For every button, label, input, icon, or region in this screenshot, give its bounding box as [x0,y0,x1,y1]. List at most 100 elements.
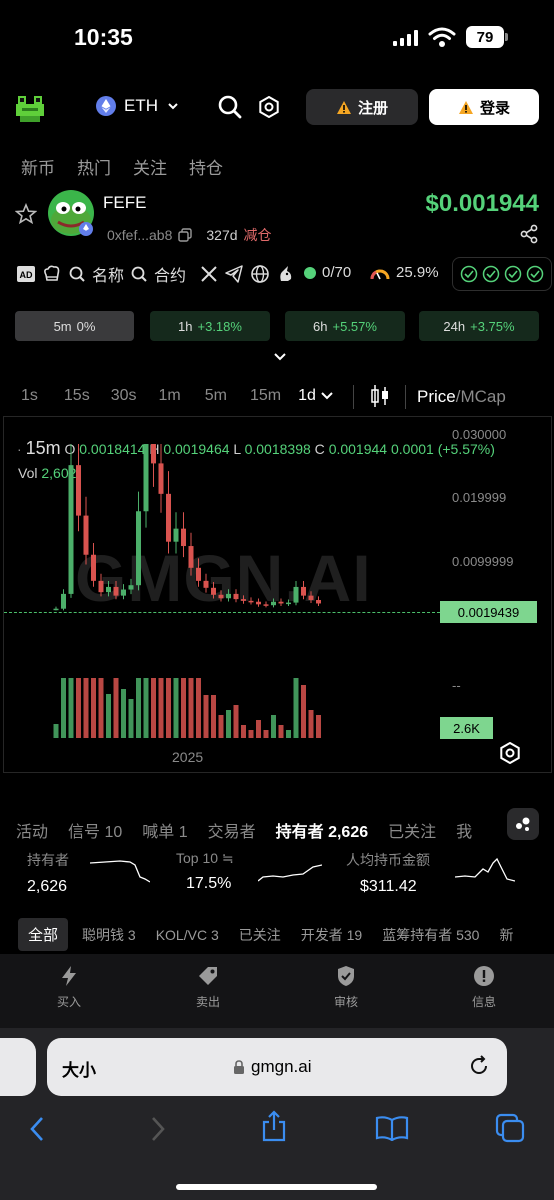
candlestick-type-icon[interactable] [370,383,390,409]
chain-selector[interactable]: ETH [96,96,180,116]
price-mcap-toggle[interactable]: Price / MCap [417,387,506,407]
chef-hat-icon[interactable] [42,264,62,284]
token-price: $0.001944 [425,190,539,217]
url-text: gmgn.ai [251,1057,312,1076]
chart-settings-icon[interactable] [499,742,521,764]
bookmarks-icon[interactable] [375,1115,409,1141]
globe-icon[interactable] [250,264,270,284]
tab-signals[interactable]: 信号 10 [68,818,122,842]
share-icon[interactable] [519,224,539,244]
candle-body [61,593,66,609]
interval-15m[interactable]: 15m [250,387,281,405]
eth-badge-icon [79,222,93,236]
ad-icon[interactable]: AD [16,264,36,284]
cellular-signal-icon [393,30,419,46]
filter-kol-vc[interactable]: KOL/VC 3 [156,927,219,943]
svg-text:AD: AD [20,270,33,280]
share-icon[interactable] [261,1110,287,1142]
check-circle-icon [482,265,500,283]
search-small-icon[interactable] [68,265,86,283]
filter-smart-money[interactable]: 聪明钱 3 [82,925,136,945]
nav-info[interactable]: 信息 [454,965,514,1010]
back-icon[interactable] [28,1116,46,1142]
candle-body [263,604,269,606]
expand-chevron-icon[interactable] [272,350,288,364]
filter-new[interactable]: 新 [499,925,513,945]
pill-label: 6h [313,318,328,334]
filter-all[interactable]: 全部 [18,918,69,951]
tab-holders[interactable]: 持有者 2,626 [276,818,369,842]
interval-5m[interactable]: 5m [205,387,227,405]
vol-label: Vol [18,465,38,481]
filter-followed[interactable]: 已关注 [239,925,281,945]
search-small-icon[interactable] [130,265,148,283]
volume-bar [181,678,186,738]
tab-new[interactable]: 新币 [21,154,55,179]
stat-pill-6h[interactable]: 6h +5.57% [285,311,405,341]
tab-mine[interactable]: 我 [456,818,472,842]
forward-icon[interactable] [149,1116,167,1142]
volume-bar [226,710,231,738]
frog-logo-icon[interactable] [14,90,48,124]
previous-tab-preview[interactable] [0,1038,36,1096]
stat-pill-1h[interactable]: 1h +3.18% [150,311,270,341]
nav-label: 审核 [333,995,358,1009]
candle-body [151,444,156,464]
mcap-option[interactable]: MCap [460,387,505,407]
url-display[interactable]: gmgn.ai [233,1057,311,1077]
volume-bar [256,720,261,738]
volume-bar [188,678,194,738]
price-option[interactable]: Price [417,387,456,407]
interval-30s[interactable]: 30s [111,387,137,405]
nav-buy[interactable]: 买入 [39,965,99,1010]
login-button[interactable]: 登录 [429,89,539,125]
security-badges-row: AD 名称 合约 [16,262,296,286]
checks-badge[interactable] [452,257,552,291]
interval-1s[interactable]: 1s [21,387,38,405]
chevron-down-icon[interactable] [320,390,334,402]
tab-hot[interactable]: 热门 [77,154,111,179]
holders-sparkline [90,860,150,883]
pill-label: 1h [178,318,193,334]
candle-body [173,528,179,542]
volume-bar [76,678,81,738]
candle-body [218,594,224,599]
interval-1m[interactable]: 1m [159,387,181,405]
settings-gear-icon[interactable] [258,96,280,118]
tab-followed[interactable]: 已关注 [388,818,436,842]
stat-value: 17.5% [186,875,232,892]
telegram-icon[interactable] [224,264,244,284]
nav-sell[interactable]: 卖出 [178,965,238,1010]
tabs-icon[interactable] [495,1113,525,1143]
filter-developer[interactable]: 开发者 19 [301,925,362,945]
text-size-button[interactable]: 大小 [62,1056,96,1081]
stat-pill-5m[interactable]: 5m 0% [15,311,134,341]
token-address[interactable]: 0xfef...ab8 [107,227,172,243]
x-twitter-icon[interactable] [200,265,218,283]
stat-value: $311.42 [360,878,417,895]
filter-bluechip[interactable]: 蓝筹持有者 530 [382,925,479,945]
tab-activity[interactable]: 活动 [16,818,48,842]
name-search-label[interactable]: 名称 [92,262,124,286]
reload-icon[interactable] [468,1055,490,1077]
star-favorite-icon[interactable] [15,203,37,225]
floating-action-button[interactable] [507,808,539,840]
avg-holding-sparkline [455,857,515,882]
candle-body [121,589,126,596]
info-circle-icon [474,966,494,986]
search-icon[interactable] [217,94,243,120]
unicorn-icon[interactable] [276,264,296,284]
contract-search-label[interactable]: 合约 [154,262,186,286]
copy-icon[interactable] [178,228,193,242]
interval-15s[interactable]: 15s [64,387,90,405]
candle-body [166,493,171,542]
tab-calls[interactable]: 喊单 1 [142,818,187,842]
tab-traders[interactable]: 交易者 [208,818,256,842]
interval-1d[interactable]: 1d [298,387,316,405]
nav-audit[interactable]: 审核 [316,965,376,1010]
tab-holdings[interactable]: 持仓 [189,154,223,179]
register-button[interactable]: 注册 [306,89,418,125]
tab-following[interactable]: 关注 [133,154,167,179]
candle-body [91,554,96,581]
stat-pill-24h[interactable]: 24h +3.75% [419,311,539,341]
